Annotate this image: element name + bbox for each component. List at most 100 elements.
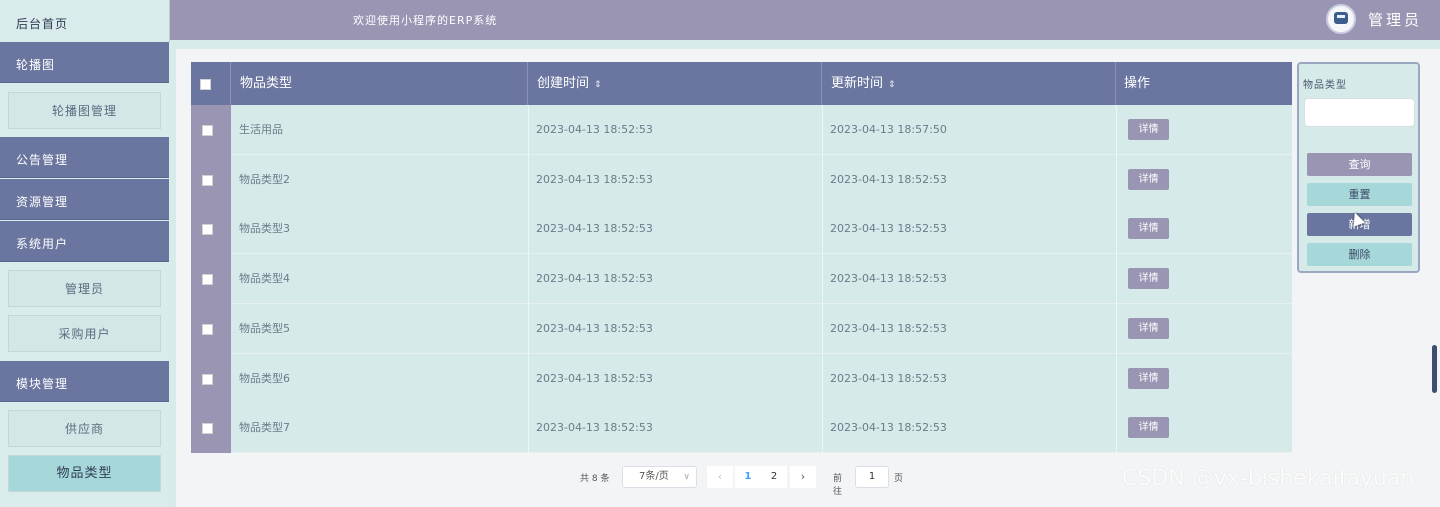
column-divider [1116,254,1117,305]
cell-item-type: 物品类型3 [239,222,290,236]
header-item-type: 物品类型 [231,62,528,105]
cell-item-type: 生活用品 [239,123,283,136]
row-checkbox[interactable] [202,274,213,286]
top-header: 欢迎使用小程序的ERP系统 管理员 [170,0,1440,40]
avatar-icon[interactable] [1326,4,1356,34]
column-divider [1116,403,1117,454]
search-label: 物品类型 [1303,80,1347,91]
cell-updated-time: 2023-04-13 18:57:50 [830,123,947,136]
sidebar-group-users[interactable]: 系统用户 [0,221,169,262]
column-divider [1116,154,1117,205]
row-checkbox[interactable] [202,323,213,335]
sidebar-item-admin[interactable]: 管理员 [8,270,161,307]
column-divider [822,403,823,454]
detail-button[interactable]: 详情 [1128,119,1169,140]
column-divider [1116,105,1117,155]
detail-button[interactable]: 详情 [1128,168,1169,190]
detail-button[interactable]: 详情 [1128,317,1169,339]
detail-button[interactable]: 详情 [1128,367,1169,389]
cell-created-time: 2023-04-13 18:52:53 [536,321,653,335]
cell-updated-time: 2023-04-13 18:52:53 [830,222,947,236]
column-divider [1116,353,1117,404]
header-action: 操作 [1124,76,1151,91]
table-row: 物品类型3 2023-04-13 18:52:53 2023-04-13 18:52… [191,204,1292,255]
row-checkbox[interactable] [202,224,213,236]
item-type-search-input[interactable] [1304,98,1415,127]
row-checkbox[interactable] [202,373,213,385]
row-checkbox[interactable] [202,125,213,136]
cell-created-time: 2023-04-13 18:52:53 [536,172,653,186]
column-divider [528,204,529,255]
sidebar-group-label: 模块管理 [16,377,69,391]
goto-label: 前往 [833,474,843,497]
sidebar-group-label: 系统用户 [16,237,69,251]
next-page-icon[interactable]: › [790,466,816,488]
cell-updated-time: 2023-04-13 18:52:53 [830,321,947,335]
pagination-total: 共 8 条 [580,474,610,484]
row-select-cell [191,353,231,404]
sidebar-group-label: 资源管理 [16,195,69,209]
reset-button[interactable]: 重置 [1307,183,1412,206]
cell-item-type: 物品类型7 [239,421,290,435]
goto-page-input[interactable]: 1 [855,466,889,488]
row-checkbox[interactable] [202,423,213,435]
current-user[interactable]: 管理员 [1368,9,1422,30]
cell-created-time: 2023-04-13 18:52:53 [536,371,653,385]
sidebar-group-notice[interactable]: 公告管理 [0,137,169,178]
sidebar-home[interactable]: 后台首页 [0,0,170,42]
table-header: 物品类型 创建时间 ⇕ 更新时间 ⇕ 操作 [191,62,1292,105]
sort-icon[interactable]: ⇕ [888,80,896,90]
detail-button[interactable]: 详情 [1128,268,1169,290]
sidebar-item-item-type[interactable]: 物品类型 [8,455,161,492]
select-all-checkbox[interactable] [200,79,211,90]
cell-updated-time: 2023-04-13 18:52:53 [830,371,947,385]
sort-icon[interactable]: ⇕ [594,80,602,90]
sidebar-group-modules[interactable]: 模块管理 [0,361,169,402]
cell-item-type: 物品类型6 [239,371,290,385]
cell-created-time: 2023-04-13 18:52:53 [536,421,653,435]
detail-button[interactable]: 详情 [1128,218,1169,240]
sidebar-group-resource[interactable]: 资源管理 [0,179,169,220]
column-divider [822,154,823,205]
cell-updated-time: 2023-04-13 18:52:53 [830,272,947,286]
table-row: 物品类型2 2023-04-13 18:52:53 2023-04-13 18:52… [191,154,1292,205]
row-checkbox[interactable] [202,174,213,186]
row-select-cell [191,303,231,354]
header-created-time[interactable]: 创建时间 ⇕ [528,62,822,105]
search-panel: 物品类型 查询 重置 新增 删除 [1297,62,1420,273]
column-divider [528,254,529,305]
column-divider [528,105,529,155]
page-number-2[interactable]: 2 [761,466,787,488]
cell-created-time: 2023-04-13 18:52:53 [536,272,653,286]
detail-button[interactable]: 详情 [1128,417,1169,439]
scrollbar-thumb[interactable] [1432,345,1437,393]
watermark-text: CSDN @vx-bishekaifayuan [1122,466,1415,491]
cell-created-time: 2023-04-13 18:52:53 [536,222,653,236]
table-row: 物品类型7 2023-04-13 18:52:53 2023-04-13 18:52… [191,403,1292,454]
column-divider [822,105,823,155]
sidebar-item-purchase-user[interactable]: 采购用户 [8,315,161,352]
sidebar-group-carousel[interactable]: 轮播图 [0,42,169,83]
table-row: 物品类型5 2023-04-13 18:52:53 2023-04-13 18:52… [191,303,1292,354]
page-number-1[interactable]: 1 [735,466,761,488]
column-divider [528,353,529,404]
cell-created-time: 2023-04-13 18:52:53 [536,123,653,136]
sidebar-item-supplier[interactable]: 供应商 [8,410,161,447]
row-select-cell [191,154,231,205]
cell-updated-time: 2023-04-13 18:52:53 [830,172,947,186]
row-select-cell [191,105,231,155]
cell-item-type: 物品类型2 [239,172,290,186]
column-divider [822,204,823,255]
sidebar-item-carousel-manage[interactable]: 轮播图管理 [8,92,161,129]
delete-button[interactable]: 删除 [1307,243,1412,266]
header-updated-time[interactable]: 更新时间 ⇕ [822,62,1116,105]
sidebar-group-label: 轮播图 [16,58,56,72]
column-divider [1116,204,1117,255]
sidebar-home-label: 后台首页 [16,17,69,31]
column-divider [822,353,823,404]
page-size-select[interactable]: 7条/页 ∨ [622,466,697,488]
page-size-value: 7条/页 [639,471,669,482]
prev-page-icon[interactable]: ‹ [707,466,733,488]
table-row: 生活用品 2023-04-13 18:52:53 2023-04-13 18:57:… [191,105,1292,155]
query-button[interactable]: 查询 [1307,153,1412,176]
